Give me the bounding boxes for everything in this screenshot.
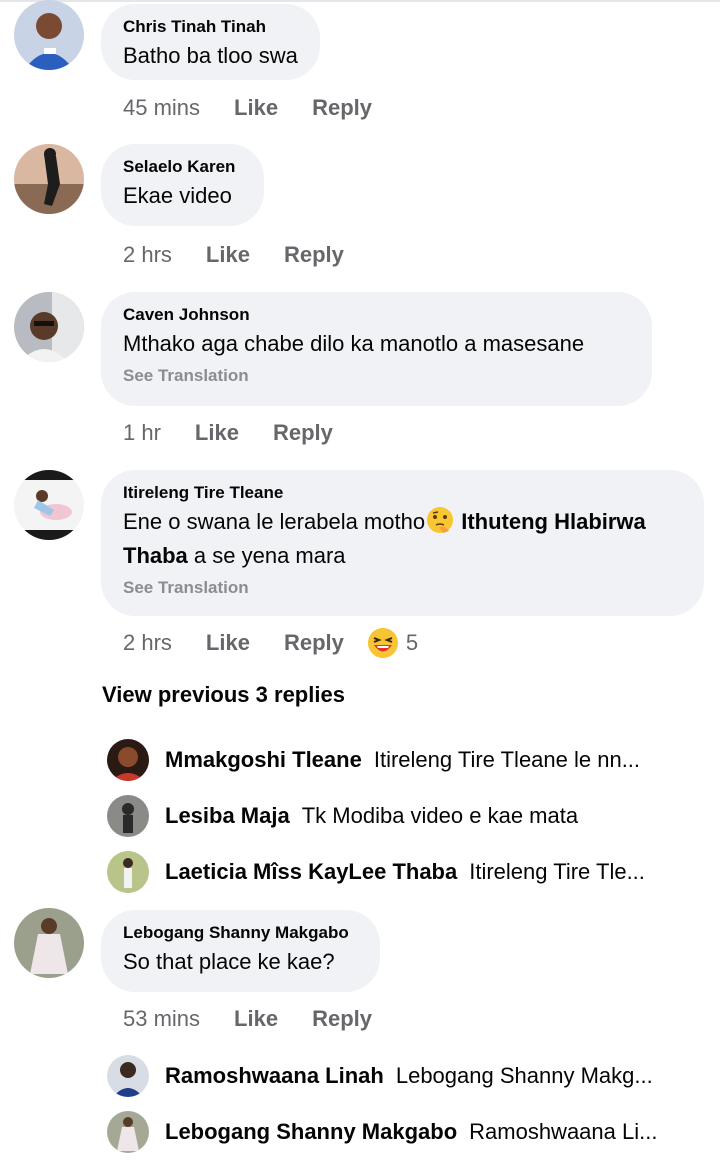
comment-bubble: Itireleng Tire Tleane Ene o swana le ler…: [101, 470, 704, 616]
reply-author[interactable]: Lesiba Maja: [165, 803, 290, 829]
comment-text: Mthako aga chabe dilo ka manotlo a mases…: [123, 331, 585, 356]
like-button[interactable]: Like: [206, 242, 250, 268]
comment-time[interactable]: 2 hrs: [123, 242, 172, 268]
comment-author[interactable]: Selaelo Karen: [123, 155, 242, 179]
comment-text-part: a se yena mara: [187, 543, 346, 568]
comment-author[interactable]: Chris Tinah Tinah: [123, 15, 298, 39]
avatar[interactable]: [14, 470, 84, 540]
comment-bubble: Lebogang Shanny Makgabo So that place ke…: [101, 910, 380, 992]
laughing-face-emoji-icon: [367, 628, 398, 658]
reply-text: Itireleng Tire Tleane le nn...: [373, 747, 641, 772]
avatar[interactable]: [14, 908, 84, 978]
avatar[interactable]: [107, 739, 149, 781]
see-translation-link[interactable]: See Translation: [123, 365, 630, 387]
reply-author[interactable]: Laeticia Mîss KayLee Thaba: [165, 859, 457, 885]
comment-text: So that place ke kae?: [123, 949, 335, 974]
avatar[interactable]: [107, 851, 149, 893]
comment-actions: 2 hrs Like Reply 5: [123, 623, 418, 663]
reply-button[interactable]: Reply: [273, 420, 333, 446]
comment-author[interactable]: Itireleng Tire Tleane: [123, 481, 682, 505]
reply-button[interactable]: Reply: [284, 242, 344, 268]
reply-button[interactable]: Reply: [284, 630, 344, 656]
comment-time[interactable]: 1 hr: [123, 420, 161, 446]
reaction-summary[interactable]: 5: [366, 626, 418, 660]
comment-bubble: Selaelo Karen Ekae video: [101, 144, 264, 226]
comment-text-part: Ene o swana le lerabela motho: [123, 509, 426, 534]
reply-text: Itireleng Tire Tle...: [469, 859, 645, 884]
reply-author[interactable]: Lebogang Shanny Makgabo: [165, 1119, 457, 1145]
reply-item[interactable]: Laeticia Mîss KayLee Thaba Itireleng Tir…: [107, 850, 707, 894]
reply-author[interactable]: Mmakgoshi Tleane: [165, 747, 362, 773]
like-button[interactable]: Like: [206, 630, 250, 656]
comment-actions: 1 hr Like Reply: [123, 413, 333, 453]
top-divider: [0, 0, 720, 2]
comment-text: Ene o swana le lerabela motho Ithuteng H…: [123, 505, 682, 573]
reply-text: Tk Modiba video e kae mata: [301, 803, 579, 828]
comment-author[interactable]: Caven Johnson: [123, 303, 630, 327]
comment-text: Ekae video: [123, 183, 232, 208]
reply-button[interactable]: Reply: [312, 95, 372, 121]
see-translation-link[interactable]: See Translation: [123, 577, 682, 599]
reply-item[interactable]: Mmakgoshi Tleane Itireleng Tire Tleane l…: [107, 738, 707, 782]
reply-text: Lebogang Shanny Makg...: [395, 1063, 653, 1088]
reply-item[interactable]: Lesiba Maja Tk Modiba video e kae mata: [107, 794, 707, 838]
comment-bubble: Caven Johnson Mthako aga chabe dilo ka m…: [101, 292, 652, 406]
reaction-count: 5: [405, 630, 419, 655]
comment-actions: 53 mins Like Reply: [123, 999, 372, 1039]
reply-item[interactable]: Lebogang Shanny Makgabo Ramoshwaana Li..…: [107, 1110, 707, 1154]
view-previous-replies-link[interactable]: View previous 3 replies: [102, 682, 345, 708]
reply-text: Ramoshwaana Li...: [469, 1119, 658, 1144]
comment-author[interactable]: Lebogang Shanny Makgabo: [123, 921, 358, 945]
comment-text: Batho ba tloo swa: [123, 43, 298, 68]
avatar[interactable]: [107, 1111, 149, 1153]
like-button[interactable]: Like: [195, 420, 239, 446]
reply-item[interactable]: Ramoshwaana Linah Lebogang Shanny Makg..…: [107, 1054, 707, 1098]
like-button[interactable]: Like: [234, 95, 278, 121]
comment-bubble: Chris Tinah Tinah Batho ba tloo swa: [101, 4, 320, 80]
avatar[interactable]: [14, 0, 84, 70]
comment-time[interactable]: 45 mins: [123, 95, 200, 121]
like-button[interactable]: Like: [234, 1006, 278, 1032]
reply-author[interactable]: Ramoshwaana Linah: [165, 1063, 384, 1089]
thinking-face-emoji-icon: [427, 507, 454, 533]
avatar[interactable]: [107, 1055, 149, 1097]
avatar[interactable]: [107, 795, 149, 837]
comment-time[interactable]: 53 mins: [123, 1006, 200, 1032]
comment-actions: 45 mins Like Reply: [123, 88, 372, 128]
comment-actions: 2 hrs Like Reply: [123, 235, 344, 275]
comment-time[interactable]: 2 hrs: [123, 630, 172, 656]
avatar[interactable]: [14, 144, 84, 214]
reply-button[interactable]: Reply: [312, 1006, 372, 1032]
avatar[interactable]: [14, 292, 84, 362]
